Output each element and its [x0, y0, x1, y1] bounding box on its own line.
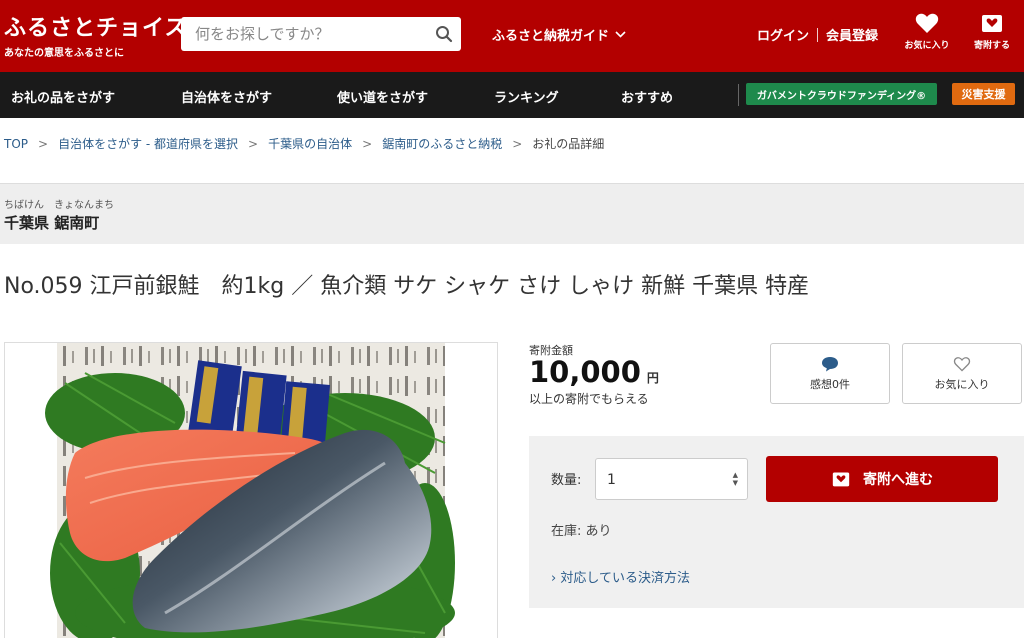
- nav-item-recommended[interactable]: おすすめ: [621, 87, 673, 106]
- donation-panel: 数量: 1 ▲ ▼ 寄附へ進む 在庫: あり › 対応している決済方法: [529, 436, 1024, 608]
- search-button[interactable]: [427, 17, 461, 51]
- municipality-name[interactable]: 千葉県 鋸南町: [4, 212, 99, 233]
- speech-bubble-icon: [822, 356, 838, 371]
- quantity-value: 1: [607, 472, 616, 488]
- heart-icon: [915, 13, 939, 33]
- breadcrumb-separator: >: [38, 136, 49, 151]
- donate-button-label: 寄附へ進む: [863, 472, 933, 488]
- stock-status: 在庫: あり: [551, 524, 612, 539]
- donate-list-header-button[interactable]: 寄附する: [964, 12, 1020, 51]
- breadcrumb-kyonan[interactable]: 鋸南町のふるさと納税: [382, 135, 502, 152]
- site-logo[interactable]: ふるさとチョイス あなたの意思をふるさとに: [4, 10, 187, 59]
- nav-item-ranking[interactable]: ランキング: [494, 87, 559, 106]
- favorites-header-label: お気に入り: [904, 41, 950, 51]
- login-link[interactable]: ログイン: [757, 25, 809, 44]
- search-input[interactable]: [181, 17, 429, 51]
- guide-dropdown[interactable]: ふるさと納税ガイド: [492, 25, 626, 44]
- guide-label: ふるさと納税ガイド: [492, 29, 610, 44]
- account-links: ログイン 会員登録: [757, 25, 878, 44]
- product-image[interactable]: [4, 342, 498, 638]
- register-link[interactable]: 会員登録: [826, 25, 878, 44]
- breadcrumb-current: お礼の品詳細: [532, 137, 605, 151]
- breadcrumb-top[interactable]: TOP: [4, 137, 28, 151]
- breadcrumb: TOP > 自治体をさがす - 都道府県を選択 > 千葉県の自治体 > 鋸南町の…: [4, 135, 604, 152]
- salmon-photo: [5, 343, 497, 638]
- nav-item-municipalities[interactable]: 自治体をさがす: [181, 87, 272, 106]
- breadcrumb-separator: >: [362, 136, 373, 151]
- favorites-header-button[interactable]: お気に入り: [899, 12, 955, 51]
- quantity-label: 数量:: [551, 473, 582, 488]
- product-title: No.059 江戸前銀鮭 約1kg ／ 魚介類 サケ シャケ さけ しゃけ 新鮮…: [4, 274, 810, 299]
- nav-divider: [738, 84, 739, 106]
- search-icon: [436, 26, 453, 43]
- donation-amount: 10,000 円: [529, 355, 659, 389]
- favorite-button[interactable]: お気に入り: [902, 343, 1022, 404]
- donate-button[interactable]: 寄附へ進む: [766, 456, 998, 502]
- select-arrows-icon: ▲ ▼: [732, 471, 738, 487]
- breadcrumb-separator: >: [248, 136, 259, 151]
- logo-tagline: あなたの意思をふるさとに: [4, 48, 124, 59]
- breadcrumb-chiba[interactable]: 千葉県の自治体: [268, 135, 352, 152]
- heart-outline-icon: [953, 356, 971, 371]
- review-label: 感想0件: [810, 377, 850, 391]
- divider: [817, 27, 819, 42]
- logo-main-text: ふるさとチョイス: [4, 15, 188, 41]
- donation-amount-value: 10,000: [529, 355, 641, 389]
- gift-box-icon: [832, 472, 850, 487]
- review-button[interactable]: 感想0件: [770, 343, 890, 404]
- favorite-label: お気に入り: [934, 377, 990, 391]
- quantity-select[interactable]: 1 ▲ ▼: [595, 458, 748, 500]
- gift-box-icon: [982, 15, 1002, 32]
- chevron-down-icon: [615, 31, 626, 38]
- currency-label: 円: [646, 371, 659, 385]
- nav-item-gifts[interactable]: お礼の品をさがす: [11, 87, 115, 106]
- breadcrumb-separator: >: [512, 136, 523, 151]
- gcf-button[interactable]: ガバメントクラウドファンディング®: [746, 83, 937, 105]
- disaster-support-button[interactable]: 災害支援: [952, 83, 1015, 105]
- municipality-band: ちばけん きょなんまち 千葉県 鋸南町: [0, 183, 1024, 244]
- site-header: ふるさとチョイス あなたの意思をふるさとに ふるさと納税ガイド ログイン 会員登…: [0, 0, 1024, 72]
- breadcrumb-prefecture-select[interactable]: 自治体をさがす - 都道府県を選択: [58, 135, 238, 152]
- nav-item-uses[interactable]: 使い道をさがす: [337, 87, 428, 106]
- donate-list-header-label: 寄附する: [973, 41, 1010, 51]
- payment-methods-link[interactable]: › 対応している決済方法: [551, 567, 690, 586]
- donation-note: 以上の寄附でもらえる: [529, 392, 649, 406]
- municipality-ruby: ちばけん きょなんまち: [4, 200, 114, 211]
- search-box: [181, 17, 461, 51]
